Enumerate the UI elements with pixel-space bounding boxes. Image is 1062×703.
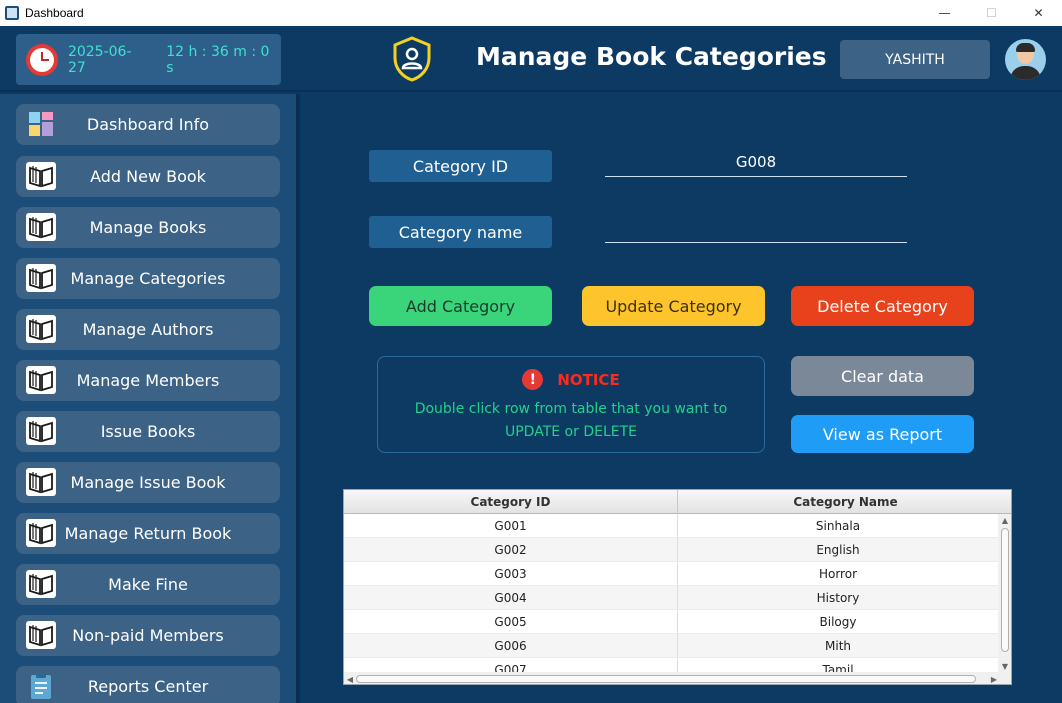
sidebar-item-manage-return-book[interactable]: Manage Return Book: [16, 513, 280, 554]
maximize-button[interactable]: ☐: [968, 0, 1015, 26]
vertical-scroll-thumb[interactable]: [1001, 528, 1009, 652]
table-row[interactable]: G002 English: [344, 538, 998, 562]
current-time: 12 h : 36 m : 0 s: [166, 43, 270, 76]
scroll-left-icon[interactable]: ◀: [344, 672, 356, 684]
cell-category-name: Sinhala: [815, 518, 861, 533]
column-header-category-id[interactable]: Category ID: [344, 490, 678, 514]
sidebar: Dashboard Info Add New Book Manage Books Ma…: [0, 94, 300, 703]
category-name-input[interactable]: [605, 213, 907, 243]
book-icon: [26, 315, 56, 343]
clipboard-icon: [26, 672, 56, 700]
book-icon: [26, 162, 56, 190]
book-icon: [26, 570, 56, 598]
cell-category-name: History: [816, 590, 860, 605]
view-report-button[interactable]: View as Report: [791, 415, 974, 453]
sidebar-item-manage-issue-book[interactable]: Manage Issue Book: [16, 462, 280, 503]
table-row[interactable]: G003 Horror: [344, 562, 998, 586]
window-controls: — ☐ ✕: [921, 0, 1062, 26]
cell-category-id: G001: [344, 514, 678, 537]
sidebar-item-non-paid-members[interactable]: Non-paid Members: [16, 615, 280, 656]
minimize-button[interactable]: —: [921, 0, 968, 26]
sidebar-item-add-new-book[interactable]: Add New Book: [16, 156, 280, 197]
horizontal-scrollbar[interactable]: ◀ ▶: [344, 672, 1011, 684]
close-button[interactable]: ✕: [1015, 0, 1062, 26]
column-header-category-name[interactable]: Category Name: [678, 490, 1011, 514]
category-id-label: Category ID: [369, 150, 552, 182]
cell-category-name: Tamil: [822, 662, 854, 673]
table-row[interactable]: G004 History: [344, 586, 998, 610]
sidebar-item-manage-categories[interactable]: Manage Categories: [16, 258, 280, 299]
clear-data-button[interactable]: Clear data: [791, 356, 974, 396]
book-icon: [26, 264, 56, 292]
cell-category-id: G002: [344, 538, 678, 561]
book-icon: [26, 366, 56, 394]
table-body: G001 Sinhala G002 English G003 Horror G004 Hist…: [344, 514, 998, 672]
table-row[interactable]: G007 Tamil: [344, 658, 998, 672]
update-category-button[interactable]: Update Category: [582, 286, 765, 326]
sidebar-item-manage-authors[interactable]: Manage Authors: [16, 309, 280, 350]
current-date: 2025-06-27: [67, 43, 132, 76]
table-row[interactable]: G005 Bilogy: [344, 610, 998, 634]
username-badge[interactable]: YASHITH: [840, 40, 990, 79]
shield-user-icon: [393, 36, 431, 82]
cell-category-name: English: [816, 542, 860, 557]
book-icon: [26, 519, 56, 547]
horizontal-scroll-thumb[interactable]: [356, 675, 976, 683]
datetime-panel: 2025-06-27 12 h : 36 m : 0 s: [16, 34, 281, 85]
alert-icon: !: [522, 369, 544, 390]
table-header: Category ID Category Name: [344, 490, 1011, 514]
book-icon: [26, 621, 56, 649]
add-category-button[interactable]: Add Category: [369, 286, 552, 326]
scroll-up-icon[interactable]: ▲: [998, 514, 1011, 526]
clock-icon: [26, 43, 58, 76]
cell-category-id: G006: [344, 634, 678, 657]
book-icon: [26, 468, 56, 496]
window-title: Dashboard: [25, 6, 84, 20]
category-id-input[interactable]: [605, 147, 907, 177]
scroll-right-icon[interactable]: ▶: [988, 672, 1000, 684]
page-title: Manage Book Categories: [476, 42, 827, 71]
sidebar-item-dashboard-info[interactable]: Dashboard Info: [16, 104, 280, 145]
categories-table[interactable]: Category ID Category Name G001 Sinhala G00…: [343, 489, 1012, 685]
category-name-label: Category name: [369, 216, 552, 248]
cell-category-id: G005: [344, 610, 678, 633]
cell-category-id: G007: [344, 658, 678, 672]
cell-category-name: Mith: [825, 638, 851, 653]
table-row[interactable]: G001 Sinhala: [344, 514, 998, 538]
avatar[interactable]: [1005, 39, 1046, 80]
notice-line-1: Double click row from table that you wan…: [414, 401, 728, 417]
header: 2025-06-27 12 h : 36 m : 0 s Manage Book…: [0, 26, 1062, 92]
notice-header: ! NOTICE: [378, 369, 764, 390]
sidebar-item-manage-books[interactable]: Manage Books: [16, 207, 280, 248]
delete-category-button[interactable]: Delete Category: [791, 286, 974, 326]
notice-panel: ! NOTICE Double click row from table tha…: [377, 356, 765, 453]
sidebar-item-reports-center[interactable]: Reports Center: [16, 666, 280, 703]
sidebar-item-manage-members[interactable]: Manage Members: [16, 360, 280, 401]
app-book-icon: [5, 6, 19, 20]
cell-category-id: G003: [344, 562, 678, 585]
table-row[interactable]: G006 Mith: [344, 634, 998, 658]
cell-category-name: Horror: [818, 566, 858, 581]
scroll-down-icon[interactable]: ▼: [998, 660, 1011, 672]
cell-category-name: Bilogy: [819, 614, 857, 629]
sidebar-item-issue-books[interactable]: Issue Books: [16, 411, 280, 452]
window-titlebar: Dashboard — ☐ ✕: [0, 0, 1062, 26]
notice-line-2: UPDATE or DELETE: [504, 424, 637, 440]
vertical-scrollbar[interactable]: ▲ ▼: [998, 514, 1011, 672]
sidebar-item-make-fine[interactable]: Make Fine: [16, 564, 280, 605]
notice-title: NOTICE: [557, 370, 620, 389]
dashboard-icon: [26, 110, 56, 138]
book-icon: [26, 417, 56, 445]
cell-category-id: G004: [344, 586, 678, 609]
book-icon: [26, 213, 56, 241]
